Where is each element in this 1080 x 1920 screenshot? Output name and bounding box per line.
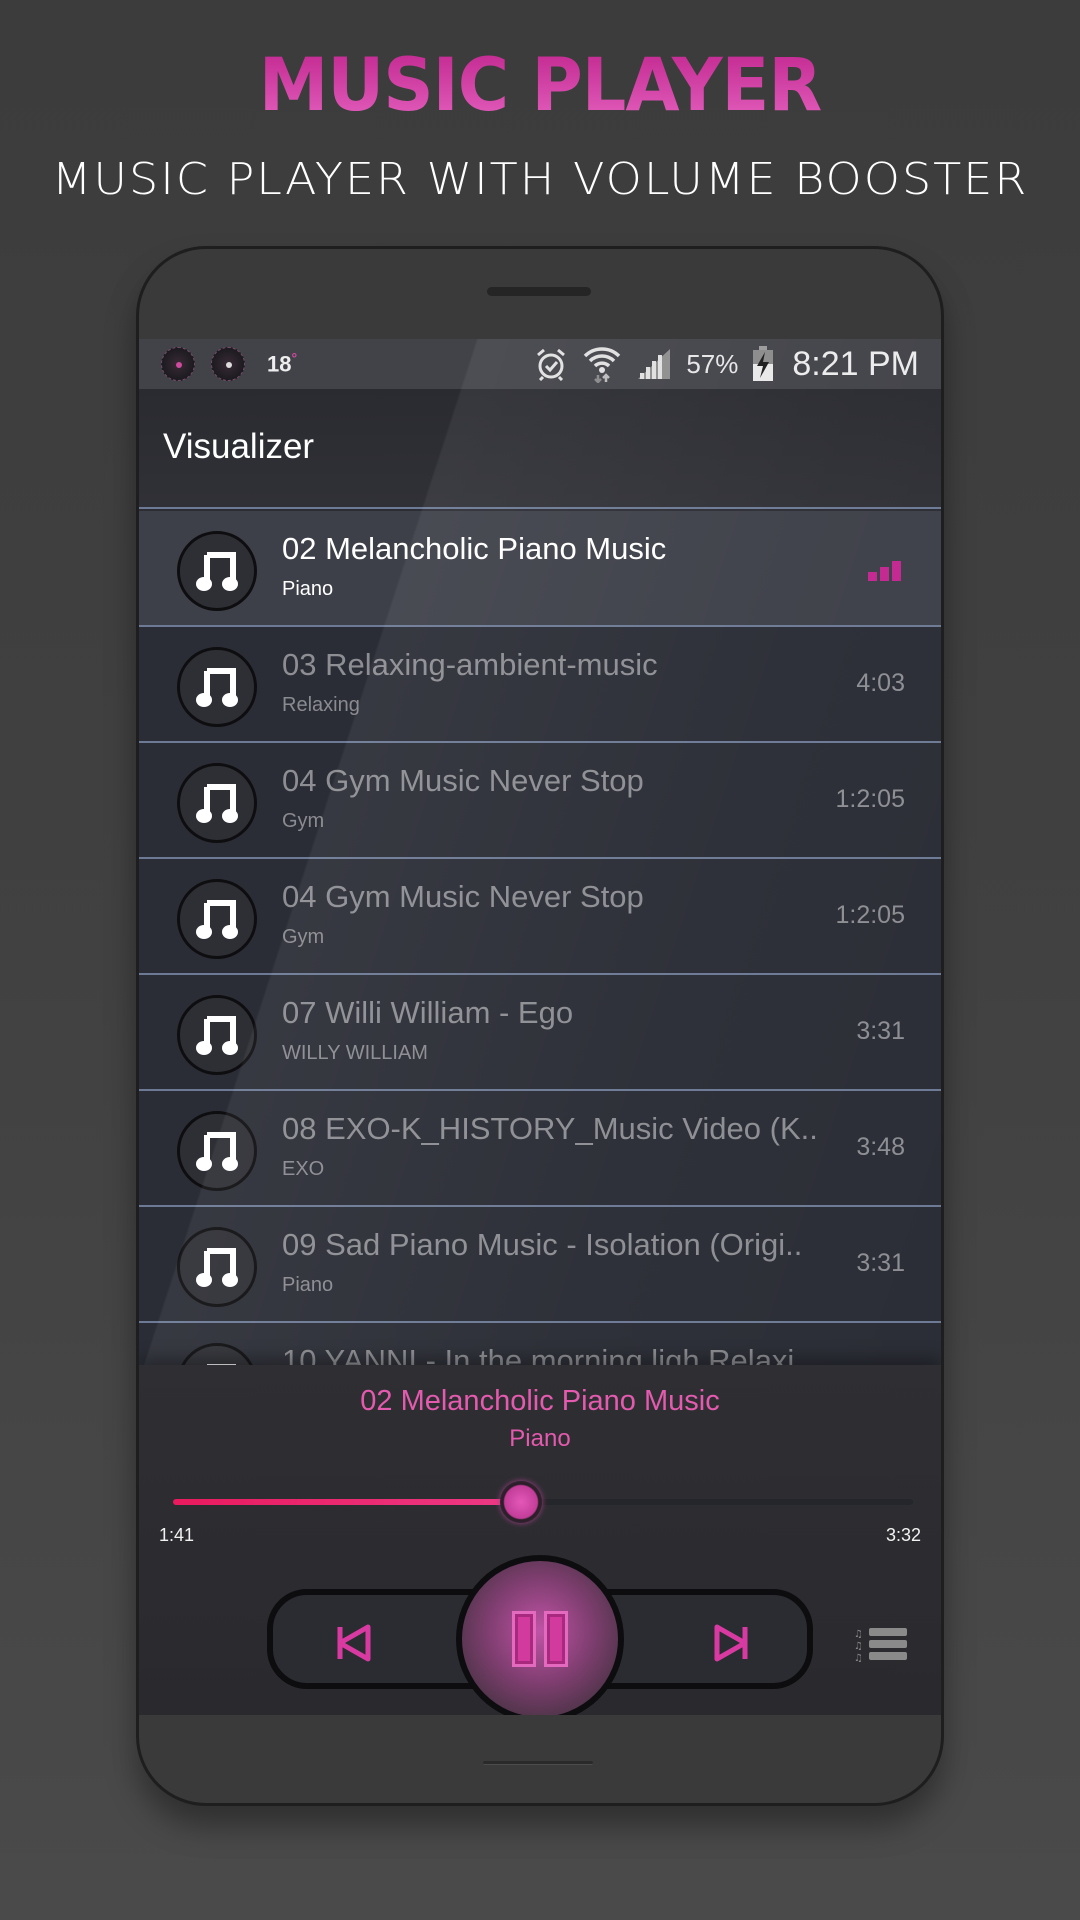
music-note-icon xyxy=(177,1227,257,1307)
pause-button[interactable] xyxy=(456,1555,624,1715)
track-artist: Relaxing xyxy=(282,694,360,716)
track-title: 07 Willi William - Ego xyxy=(282,995,574,1030)
now-playing-artist: Piano xyxy=(509,1425,571,1452)
now-playing-equalizer-icon xyxy=(868,561,901,581)
cell-signal-icon xyxy=(636,347,672,381)
music-widget-icon[interactable] xyxy=(161,347,195,381)
skip-next-icon xyxy=(714,1624,748,1662)
svg-text:♫: ♫ xyxy=(854,1653,863,1663)
seek-bar[interactable] xyxy=(173,1481,913,1523)
track-row[interactable]: 02 Melancholic Piano Music Piano xyxy=(139,511,941,627)
phone-frame: 18° 57% 8:21 PM Visualizer 02 Melancholi… xyxy=(136,246,944,1806)
music-note-icon xyxy=(177,879,257,959)
pause-icon xyxy=(512,1611,536,1667)
skip-previous-icon xyxy=(337,1624,371,1662)
track-row[interactable]: 03 Relaxing-ambient-music Relaxing 4:03 xyxy=(139,627,941,743)
status-bar: 18° 57% 8:21 PM xyxy=(139,339,941,389)
phone-speaker xyxy=(487,287,591,296)
battery-percent: 57% xyxy=(686,348,739,379)
track-artist: EXO xyxy=(282,1158,325,1180)
track-row[interactable]: 04 Gym Music Never Stop Gym 1:2:05 xyxy=(139,743,941,859)
track-title: 03 Relaxing-ambient-music xyxy=(282,647,658,682)
temperature-value: 18 xyxy=(267,351,292,377)
track-list[interactable]: 02 Melancholic Piano Music Piano 03 Rela… xyxy=(139,511,941,1439)
track-duration: 3:31 xyxy=(856,1249,905,1277)
temperature-unit: ° xyxy=(291,350,298,367)
track-row[interactable]: 09 Sad Piano Music - Isolation (Origi.. … xyxy=(139,1207,941,1323)
track-duration: 3:48 xyxy=(856,1133,905,1161)
track-row[interactable]: 08 EXO-K_HISTORY_Music Video (K.. EXO 3:… xyxy=(139,1091,941,1207)
app-header: Visualizer xyxy=(139,389,941,509)
music-note-icon xyxy=(177,647,257,727)
track-artist: Gym xyxy=(282,926,325,948)
promo-subtitle: Music Player with Volume Booster xyxy=(51,153,1029,205)
track-duration: 1:2:05 xyxy=(835,785,905,813)
music-note-icon xyxy=(177,995,257,1075)
phone-home-indicator xyxy=(483,1761,593,1765)
status-clock: 8:21 PM xyxy=(792,344,919,383)
alarm-icon xyxy=(534,347,568,381)
previous-button[interactable] xyxy=(335,1623,373,1668)
track-duration: 4:03 xyxy=(856,669,905,697)
svg-text:♫: ♫ xyxy=(854,1641,863,1652)
track-duration: 3:31 xyxy=(856,1017,905,1045)
track-artist: Piano xyxy=(282,1274,334,1296)
track-artist: Piano xyxy=(282,578,334,600)
elapsed-time: 1:41 xyxy=(159,1525,195,1545)
music-note-icon xyxy=(177,1111,257,1191)
track-row[interactable]: 04 Gym Music Never Stop Gym 1:2:05 xyxy=(139,859,941,975)
wifi-icon xyxy=(582,345,622,383)
track-title: 02 Melancholic Piano Music xyxy=(282,531,667,566)
playlist-queue-button[interactable]: ♫ ♫ ♫ xyxy=(853,1627,909,1668)
track-artist: Gym xyxy=(282,810,325,832)
track-title: 08 EXO-K_HISTORY_Music Video (K.. xyxy=(282,1111,818,1146)
app-screen: 18° 57% 8:21 PM Visualizer 02 Melancholi… xyxy=(139,339,941,1715)
track-title: 09 Sad Piano Music - Isolation (Origi.. xyxy=(282,1227,803,1262)
pause-icon-bar xyxy=(544,1611,568,1667)
playlist-icon: ♫ ♫ ♫ xyxy=(854,1628,907,1664)
svg-text:♫: ♫ xyxy=(854,1629,863,1640)
track-row[interactable]: 07 Willi William - Ego WILLY WILLIAM 3:3… xyxy=(139,975,941,1091)
now-playing-title: 02 Melancholic Piano Music xyxy=(360,1385,720,1417)
seek-bar-progress xyxy=(173,1499,521,1505)
player-widget-icon[interactable] xyxy=(211,347,245,381)
track-duration: 1:2:05 xyxy=(835,901,905,929)
now-playing-panel: 02 Melancholic Piano Music Piano 1:41 3:… xyxy=(139,1365,941,1715)
next-button[interactable] xyxy=(712,1623,750,1668)
seek-bar-thumb[interactable] xyxy=(499,1481,542,1523)
music-note-icon xyxy=(177,531,257,611)
page-title: Visualizer xyxy=(163,427,315,466)
battery-charging-icon xyxy=(752,346,774,382)
track-artist: WILLY WILLIAM xyxy=(282,1042,428,1064)
track-title: 04 Gym Music Never Stop xyxy=(282,879,644,914)
weather-temperature: 18° xyxy=(267,350,297,377)
track-title: 04 Gym Music Never Stop xyxy=(282,763,644,798)
total-time: 3:32 xyxy=(885,1525,921,1545)
promo-title: Music Player xyxy=(0,42,1080,128)
music-note-icon xyxy=(177,763,257,843)
